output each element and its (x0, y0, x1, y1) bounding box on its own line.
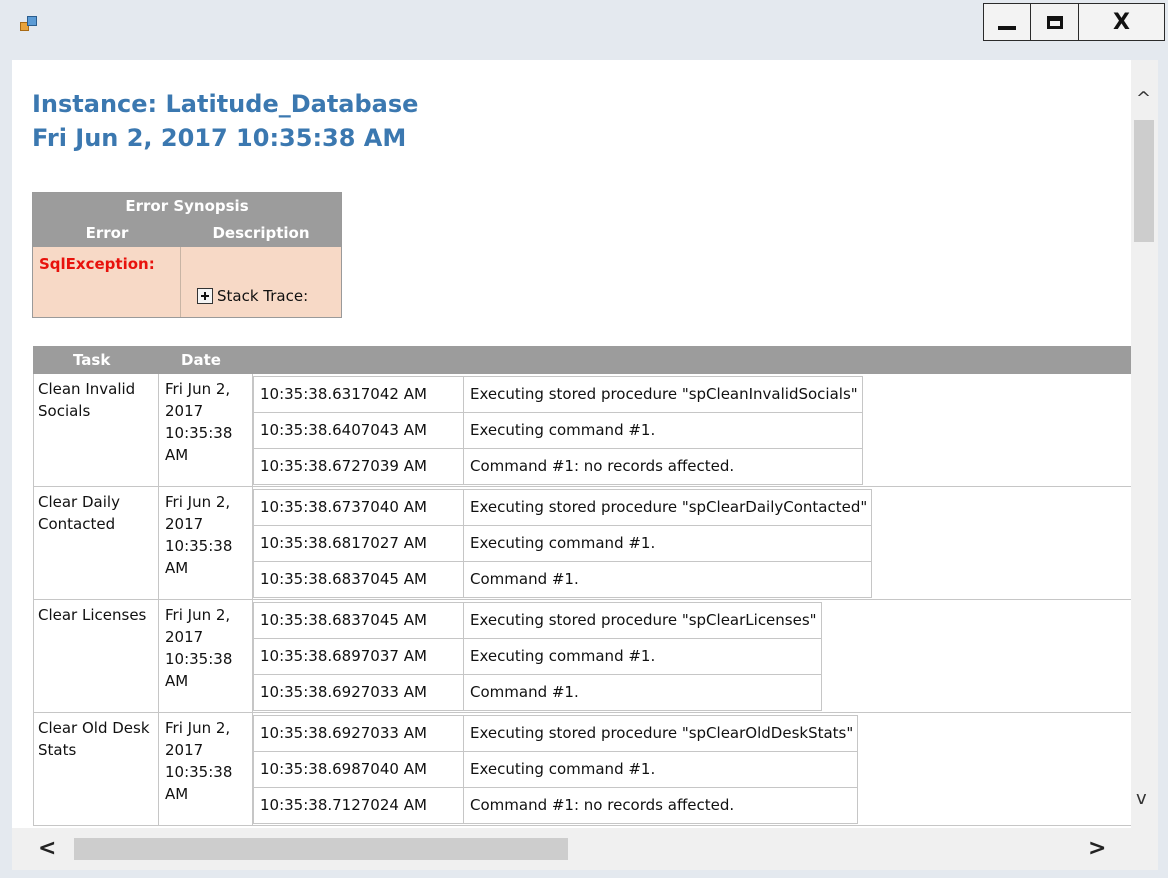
log-time: 10:35:38.6727039 AM (254, 449, 464, 484)
vertical-scroll-thumb[interactable] (1134, 120, 1154, 242)
close-icon: X (1113, 9, 1130, 35)
log-time: 10:35:38.6927033 AM (254, 716, 464, 751)
log-message: Executing stored procedure "spClearDaily… (470, 498, 868, 516)
log-entry: 10:35:38.6837045 AM Command #1. (254, 562, 871, 597)
col-task: Task (73, 351, 111, 369)
maximize-button[interactable] (1031, 3, 1079, 41)
task-date: Fri Jun 2, 2017 10:35:38 AM (159, 487, 253, 599)
scroll-left-icon[interactable]: < (38, 836, 56, 861)
log-entry: 10:35:38.6897037 AM Executing command #1. (254, 639, 821, 675)
error-synopsis-table: Error Synopsis Error Description SqlExce… (32, 192, 342, 318)
report-view: Instance: Latitude_Database Fri Jun 2, 2… (12, 60, 1158, 870)
log-message: Executing command #1. (470, 534, 656, 552)
error-type: SqlException: (33, 247, 181, 317)
log-message: Command #1. (470, 683, 579, 701)
horizontal-scrollbar[interactable]: < > (12, 828, 1131, 870)
task-row: Clear Old Desk Stats Fri Jun 2, 2017 10:3… (33, 713, 1131, 826)
task-name: Clear Licenses (33, 600, 159, 712)
task-row: Clear Daily Contacted Fri Jun 2, 2017 10:… (33, 487, 1131, 600)
error-row: SqlException: Stack Trace: (33, 247, 341, 317)
task-log-table: 10:35:38.6927033 AM Executing stored proc… (253, 715, 859, 824)
log-entry: 10:35:38.6317042 AM Executing stored proc… (254, 377, 862, 413)
log-entry: 10:35:38.6927033 AM Command #1. (254, 675, 821, 710)
log-message: Command #1: no records affected. (470, 796, 735, 814)
log-time: 10:35:38.6407043 AM (254, 413, 464, 448)
task-date: Fri Jun 2, 2017 10:35:38 AM (159, 713, 253, 825)
log-entry: 10:35:38.7127024 AM Command #1: no record… (254, 788, 857, 823)
app-icon[interactable] (20, 16, 38, 32)
error-synopsis-header: Error Description (33, 219, 341, 247)
log-time: 10:35:38.6317042 AM (254, 377, 464, 412)
minimize-button[interactable] (983, 3, 1031, 41)
error-description: Stack Trace: (181, 247, 341, 317)
log-time: 10:35:38.6897037 AM (254, 639, 464, 674)
log-entry: 10:35:38.6987040 AM Executing command #1. (254, 752, 858, 788)
log-message: Executing stored procedure "spCleanInval… (470, 385, 858, 403)
log-message: Command #1: no records affected. (470, 457, 735, 475)
log-message: Executing command #1. (470, 760, 656, 778)
task-rows: Clean Invalid Socials Fri Jun 2, 2017 10:… (33, 374, 1131, 826)
scroll-right-icon[interactable]: > (1088, 836, 1106, 861)
report-content: Instance: Latitude_Database Fri Jun 2, 2… (12, 60, 1131, 828)
minimize-icon (998, 26, 1016, 30)
task-log-table: 10:35:38.6737040 AM Executing stored proc… (253, 489, 873, 598)
log-time: 10:35:38.6737040 AM (254, 490, 464, 525)
log-message: Executing stored procedure "spClearOldDe… (470, 724, 854, 742)
log-entry: 10:35:38.6817027 AM Executing command #1. (254, 526, 872, 562)
task-row: Clear Licenses Fri Jun 2, 2017 10:35:38 A… (33, 600, 1131, 713)
tasks-header: Task Date (33, 346, 1131, 374)
scroll-down-icon[interactable]: v (1136, 788, 1147, 809)
col-description: Description (212, 224, 310, 242)
log-message: Command #1. (470, 570, 579, 588)
log-time: 10:35:38.6817027 AM (254, 526, 464, 561)
tasks-table: Task Date Clean Invalid Socials Fri Jun 2… (33, 346, 1131, 826)
stack-trace-label: Stack Trace: (217, 287, 309, 305)
vertical-scrollbar[interactable]: ^ v (1131, 60, 1158, 828)
log-time: 10:35:38.7127024 AM (254, 788, 464, 823)
expand-plus-icon[interactable] (197, 288, 213, 304)
task-date: Fri Jun 2, 2017 10:35:38 AM (159, 374, 253, 486)
log-time: 10:35:38.6837045 AM (254, 562, 464, 597)
log-time: 10:35:38.6927033 AM (254, 675, 464, 710)
scroll-up-icon[interactable]: ^ (1136, 88, 1151, 109)
log-time: 10:35:38.6987040 AM (254, 752, 464, 787)
log-entry: 10:35:38.6837045 AM Executing stored proc… (254, 603, 821, 639)
scroll-corner (1131, 828, 1158, 870)
log-entry: 10:35:38.6927033 AM Executing stored proc… (254, 716, 858, 752)
maximize-icon (1046, 15, 1063, 29)
log-entry: 10:35:38.6737040 AM Executing stored proc… (254, 490, 872, 526)
log-entry: 10:35:38.6727039 AM Command #1: no record… (254, 449, 862, 484)
task-log-table: 10:35:38.6837045 AM Executing stored proc… (253, 602, 822, 711)
col-error: Error (85, 224, 129, 242)
log-message: Executing command #1. (470, 647, 656, 665)
error-synopsis-title: Error Synopsis (33, 193, 341, 219)
col-date: Date (181, 351, 221, 369)
report-timestamp: Fri Jun 2, 2017 10:35:38 AM (32, 124, 407, 152)
task-date: Fri Jun 2, 2017 10:35:38 AM (159, 600, 253, 712)
log-time: 10:35:38.6837045 AM (254, 603, 464, 638)
task-row: Clean Invalid Socials Fri Jun 2, 2017 10:… (33, 374, 1131, 487)
task-name: Clean Invalid Socials (33, 374, 159, 486)
instance-title: Instance: Latitude_Database (32, 90, 419, 118)
log-message: Executing command #1. (470, 421, 656, 439)
report-window: X Instance: Latitude_Database Fri Jun 2,… (0, 0, 1168, 878)
task-log-table: 10:35:38.6317042 AM Executing stored proc… (253, 376, 863, 485)
stack-trace-toggle[interactable]: Stack Trace: (197, 287, 308, 305)
horizontal-scroll-thumb[interactable] (74, 838, 568, 860)
title-bar[interactable]: X (0, 0, 1168, 46)
log-message: Executing stored procedure "spClearLicen… (470, 611, 817, 629)
log-entry: 10:35:38.6407043 AM Executing command #1. (254, 413, 862, 449)
close-button[interactable]: X (1079, 3, 1165, 41)
task-name: Clear Daily Contacted (33, 487, 159, 599)
task-name: Clear Old Desk Stats (33, 713, 159, 825)
